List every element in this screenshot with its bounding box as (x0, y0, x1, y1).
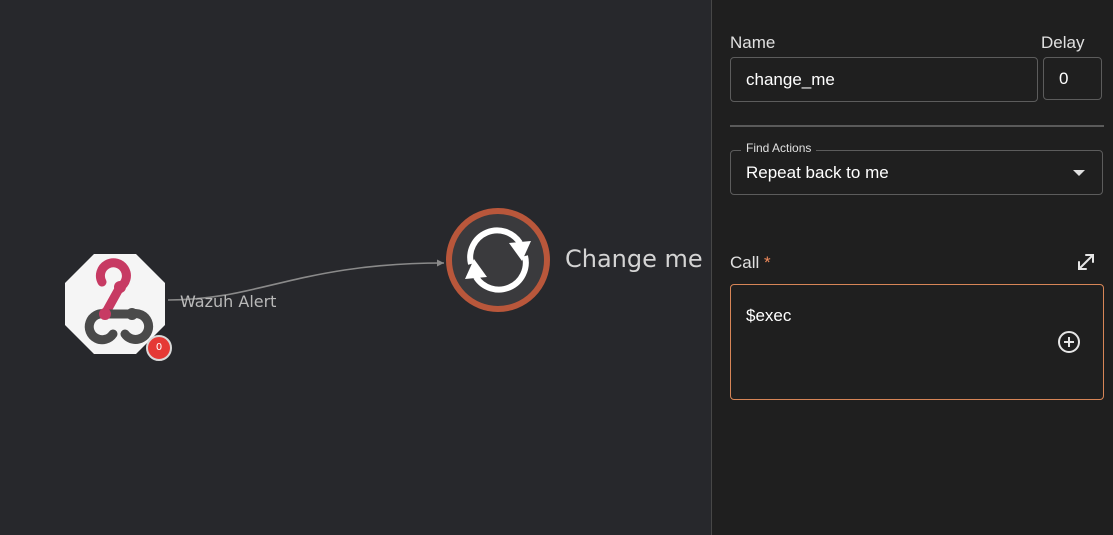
action-node-label: Change me (565, 245, 703, 273)
add-circle-icon[interactable] (1057, 330, 1081, 354)
required-marker: * (764, 253, 771, 272)
action-settings-panel: Name Delay Find Actions Repeat back to m… (711, 0, 1113, 535)
call-label: Call (730, 253, 760, 272)
sync-icon (446, 208, 550, 312)
name-field-wrap (730, 57, 1038, 102)
call-input[interactable]: $exec (730, 284, 1104, 400)
find-actions-select[interactable]: Find Actions Repeat back to me (730, 141, 1103, 195)
delay-label: Delay (1041, 33, 1085, 52)
workflow-canvas[interactable]: 0 Wazuh Alert Change me (0, 0, 711, 535)
name-label: Name (730, 33, 776, 52)
find-actions-label: Find Actions (741, 141, 817, 155)
name-input[interactable] (731, 58, 1037, 101)
delay-input[interactable] (1044, 58, 1101, 99)
dropdown-caret-icon (1073, 170, 1085, 176)
delay-field-wrap (1043, 57, 1102, 100)
trigger-count-badge: 0 (146, 335, 172, 361)
call-value: $exec (746, 306, 792, 325)
expand-icon[interactable] (1075, 251, 1097, 273)
action-node[interactable] (445, 207, 551, 313)
section-divider (730, 125, 1104, 127)
edge-arrowhead (437, 259, 444, 267)
find-actions-value: Repeat back to me (746, 163, 889, 182)
edge-label: Wazuh Alert (180, 292, 277, 311)
call-label-wrap: Call * (730, 253, 771, 273)
